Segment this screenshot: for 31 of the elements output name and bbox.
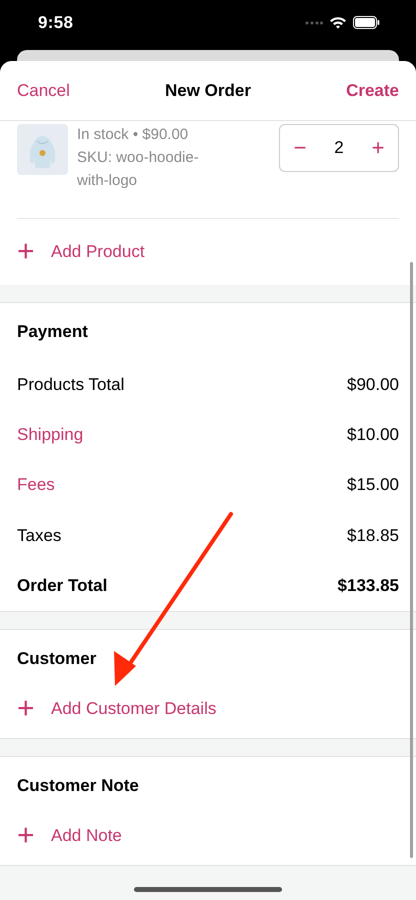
sheet-title: New Order — [165, 80, 251, 100]
decrement-button[interactable]: − — [286, 135, 314, 161]
payment-label: Taxes — [17, 526, 62, 546]
amount: $133.85 — [338, 576, 399, 596]
payment-label: Products Total — [17, 375, 124, 396]
amount: $18.85 — [347, 526, 399, 546]
signal-icon — [305, 20, 323, 24]
create-button[interactable]: Create — [346, 80, 399, 100]
section-title: Customer Note — [16, 774, 140, 795]
amount: $90.00 — [347, 375, 399, 396]
plus-icon: + — [17, 694, 51, 724]
quantity-value: 2 — [334, 138, 344, 158]
payment-link[interactable]: Fees — [17, 475, 55, 496]
status-time: 9:58 — [38, 12, 74, 32]
payment-link[interactable]: Shipping — [17, 425, 84, 446]
add-product-link[interactable]: Add Product — [51, 242, 145, 262]
product-sku: SKU: woo-hoodie-with-logo — [77, 148, 200, 191]
total-label: Order Total — [17, 576, 108, 596]
section-title: Payment — [16, 321, 89, 341]
amount: $10.00 — [347, 425, 399, 446]
amount: $15.00 — [347, 475, 399, 496]
battery-icon — [353, 16, 380, 29]
wifi-icon — [329, 16, 347, 29]
add-customer-link[interactable]: Add Customer Details — [51, 698, 216, 719]
section-title: Customer — [16, 648, 98, 668]
increment-button[interactable]: + — [364, 135, 392, 161]
cancel-button[interactable]: Cancel — [17, 80, 70, 100]
plus-icon: + — [17, 237, 51, 267]
plus-icon: + — [17, 820, 51, 851]
add-note-link[interactable]: Add Note — [51, 826, 122, 846]
stock-price: In stock • $90.00 — [77, 125, 190, 145]
